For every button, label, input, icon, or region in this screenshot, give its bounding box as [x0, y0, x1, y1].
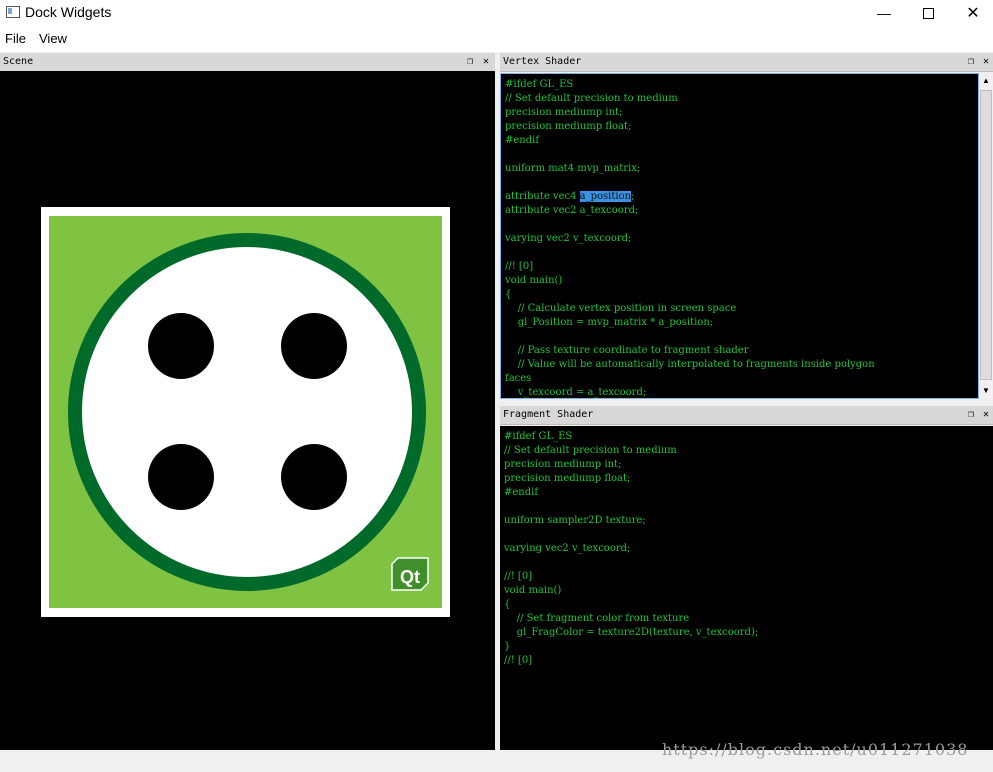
dice-dot: [281, 444, 347, 510]
watermark: https://blog.csdn.net/u011271038: [662, 740, 969, 759]
fragment-dock-title[interactable]: Fragment Shader ❐ ✕: [500, 406, 993, 425]
dice-dot: [148, 313, 214, 379]
text-selection: a_position: [579, 191, 632, 202]
scroll-down-icon[interactable]: ▼: [979, 384, 993, 398]
close-icon[interactable]: ✕: [979, 55, 993, 69]
dice-ring: [68, 233, 426, 591]
vertex-dock-label: Vertex Shader: [503, 56, 582, 67]
close-icon[interactable]: ✕: [979, 408, 993, 422]
window-title: Dock Widgets: [25, 4, 112, 20]
menu-bar: File View: [0, 26, 993, 52]
minimize-button[interactable]: —: [861, 0, 907, 26]
minimize-icon: —: [877, 5, 891, 21]
dice-dot: [281, 313, 347, 379]
float-icon[interactable]: ❐: [964, 55, 978, 69]
maximize-icon: [922, 7, 934, 19]
scene-view[interactable]: Qt: [0, 71, 495, 750]
fragment-shader-code[interactable]: #ifdef GL_ES // Set default precision to…: [504, 430, 758, 668]
menu-view[interactable]: View: [39, 31, 67, 46]
textured-cube-render: Qt: [41, 207, 450, 617]
app-icon: [6, 6, 20, 18]
close-icon: ✕: [966, 5, 980, 22]
maximize-button[interactable]: [905, 0, 951, 26]
scroll-up-icon[interactable]: ▲: [979, 74, 993, 88]
float-icon[interactable]: ❐: [964, 408, 978, 422]
float-icon[interactable]: ❐: [463, 55, 477, 69]
dice-dot: [148, 444, 214, 510]
scene-dock-label: Scene: [3, 56, 34, 67]
vertex-shader-editor[interactable]: #ifdef GL_ES // Set default precision to…: [500, 73, 979, 399]
close-button[interactable]: ✕: [950, 0, 993, 26]
qt-logo-text: Qt: [400, 567, 420, 587]
close-icon[interactable]: ✕: [479, 55, 493, 69]
vertex-scrollbar[interactable]: ▲ ▼: [979, 74, 993, 398]
fragment-dock-label: Fragment Shader: [503, 409, 594, 420]
vertex-dock-title[interactable]: Vertex Shader ❐ ✕: [500, 53, 993, 72]
title-bar: Dock Widgets — ✕: [0, 0, 993, 26]
qt-logo: Qt: [391, 557, 429, 591]
menu-file[interactable]: File: [5, 31, 26, 46]
fragment-shader-editor[interactable]: #ifdef GL_ES // Set default precision to…: [500, 426, 993, 750]
scroll-thumb[interactable]: [980, 90, 992, 380]
vertex-shader-code[interactable]: #ifdef GL_ES // Set default precision to…: [505, 78, 875, 398]
scene-dock-title[interactable]: Scene ❐ ✕: [0, 53, 495, 72]
